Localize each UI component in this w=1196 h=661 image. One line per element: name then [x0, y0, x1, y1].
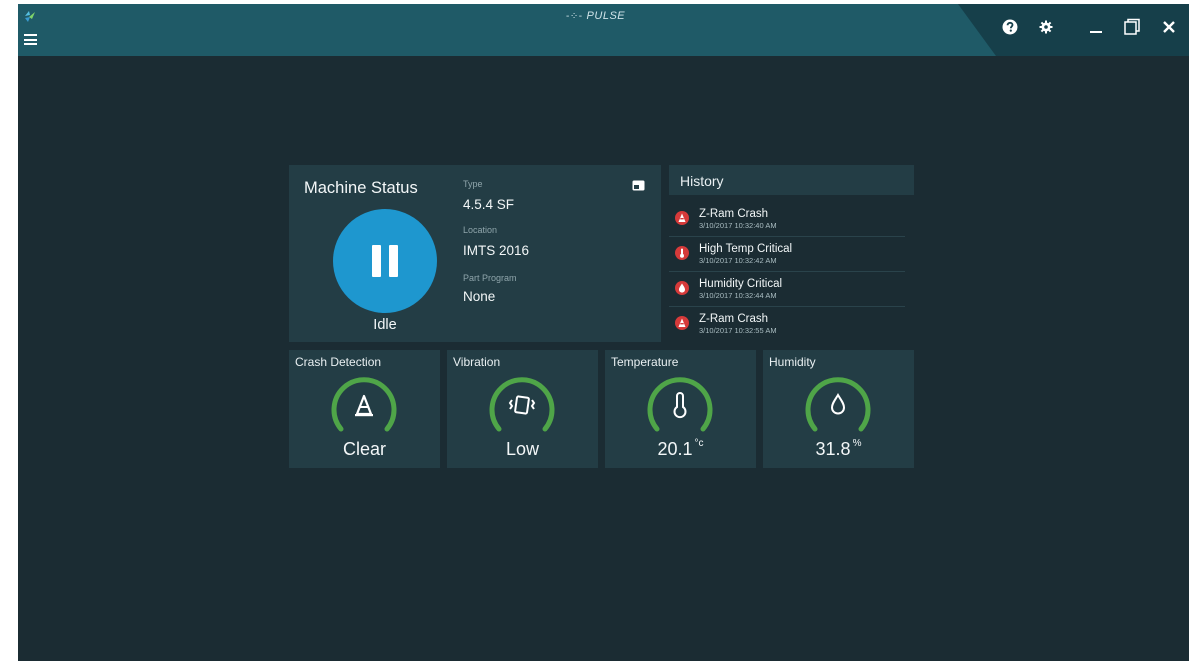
vibration-gauge	[489, 377, 555, 432]
close-icon[interactable]	[1158, 16, 1180, 38]
thermometer-icon	[675, 246, 689, 260]
history-item-name: Humidity Critical	[699, 278, 783, 290]
pause-icon-bar-right	[389, 245, 398, 277]
history-title: History	[680, 173, 724, 189]
sensor-value: 31.8%	[815, 438, 862, 459]
history-list: Z-Ram Crash 3/10/2017 10:32:40 AM High T…	[669, 201, 909, 341]
machine-status-title: Machine Status	[304, 179, 418, 197]
history-item-name: Z-Ram Crash	[699, 208, 769, 220]
history-item[interactable]: Z-Ram Crash 3/10/2017 10:32:40 AM	[669, 201, 905, 237]
history-item-name: High Temp Critical	[699, 243, 793, 255]
machine-state-label: Idle	[373, 317, 397, 333]
history-item-time: 3/10/2017 10:32:44 AM	[699, 291, 777, 300]
sensor-name: Crash Detection	[295, 355, 382, 369]
type-value: 4.5.4 SF	[463, 197, 515, 212]
title-bar-controls-area	[958, 4, 1189, 56]
droplet-icon	[830, 393, 846, 415]
sensor-name: Humidity	[769, 355, 816, 369]
crash-icon	[675, 211, 689, 225]
droplet-icon	[675, 281, 689, 295]
sensor-name: Vibration	[453, 355, 501, 369]
crash-detection-tile[interactable]: Crash Detection Clear	[289, 350, 440, 468]
part-program-value: None	[463, 289, 496, 304]
thermometer-icon	[673, 392, 687, 419]
history-item-time: 3/10/2017 10:32:40 AM	[699, 221, 777, 230]
title-bar: -⁘- PULSE	[18, 4, 1189, 56]
vibration-icon	[508, 395, 536, 415]
app-logo-icon	[25, 11, 35, 22]
humidity-gauge	[805, 377, 871, 432]
pause-button[interactable]	[333, 209, 437, 313]
crash-gauge	[331, 377, 397, 432]
humidity-tile[interactable]: Humidity 31.8%	[763, 350, 914, 468]
history-item[interactable]: High Temp Critical 3/10/2017 10:32:42 AM	[669, 236, 905, 272]
location-label: Location	[463, 225, 498, 235]
history-item-name: Z-Ram Crash	[699, 313, 769, 325]
location-value: IMTS 2016	[463, 243, 530, 258]
help-icon[interactable]	[999, 16, 1021, 38]
sensor-name: Temperature	[611, 355, 679, 369]
history-item-time: 3/10/2017 10:32:55 AM	[699, 326, 777, 335]
sensor-value: Low	[505, 439, 540, 459]
pause-icon-bar-left	[372, 245, 381, 277]
vibration-tile[interactable]: Vibration Low	[447, 350, 598, 468]
history-item[interactable]: Z-Ram Crash 3/10/2017 10:32:55 AM	[669, 306, 905, 341]
crash-icon	[355, 394, 373, 417]
sensor-value: 20.1 °c	[657, 438, 704, 459]
type-label: Type	[463, 179, 483, 189]
history-item[interactable]: Humidity Critical 3/10/2017 10:32:44 AM	[669, 271, 905, 307]
history-header: History	[669, 165, 914, 195]
app-title: -⁘- PULSE	[566, 10, 626, 22]
menu-icon[interactable]	[24, 34, 37, 45]
crash-icon	[675, 316, 689, 330]
gear-icon[interactable]	[1035, 16, 1057, 38]
machine-status-panel: Machine Status Idle Type 4.5.4 SF Locati…	[289, 165, 661, 342]
restore-icon[interactable]	[1121, 16, 1143, 38]
temperature-tile[interactable]: Temperature 20.1 °c	[605, 350, 756, 468]
history-item-time: 3/10/2017 10:32:42 AM	[699, 256, 777, 265]
sensor-value: Clear	[342, 439, 386, 459]
expand-icon[interactable]	[632, 180, 645, 191]
app-window: -⁘- PULSE Machine Status Idle Type 4.5.4…	[18, 4, 1189, 661]
minimize-icon[interactable]	[1085, 16, 1107, 38]
part-program-label: Part Program	[463, 273, 517, 283]
temperature-gauge	[647, 377, 713, 432]
